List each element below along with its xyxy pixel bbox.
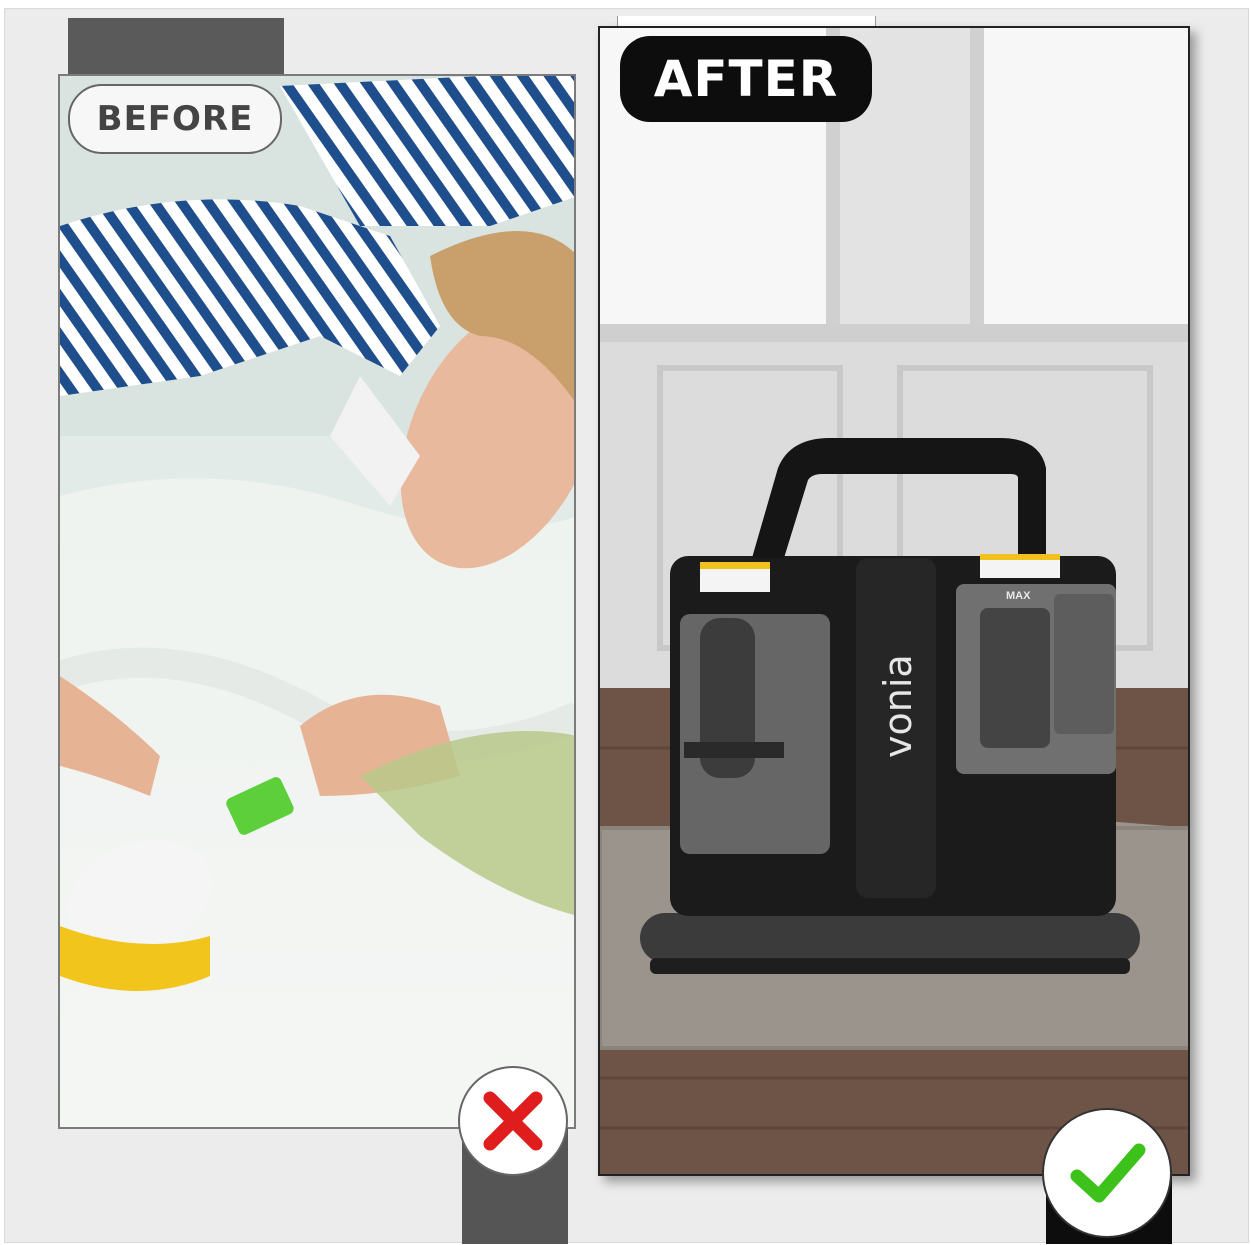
product-brand-label: vonia <box>876 654 920 758</box>
before-label: BEFORE <box>68 84 282 154</box>
cross-icon <box>483 1091 543 1151</box>
check-badge <box>1042 1108 1172 1238</box>
check-icon <box>1070 1143 1146 1203</box>
after-photo-panel: vonia MAX WARNING <box>598 26 1190 1176</box>
before-tab-decoration <box>68 18 284 78</box>
tank-max-marking: MAX <box>1006 590 1031 602</box>
before-photo-panel <box>58 74 576 1129</box>
before-photo-illustration <box>60 76 574 1127</box>
warning-label-text: WARNING <box>720 558 749 564</box>
after-photo-illustration <box>600 28 1188 1174</box>
after-label: AFTER <box>620 36 872 122</box>
cross-badge <box>458 1066 568 1176</box>
